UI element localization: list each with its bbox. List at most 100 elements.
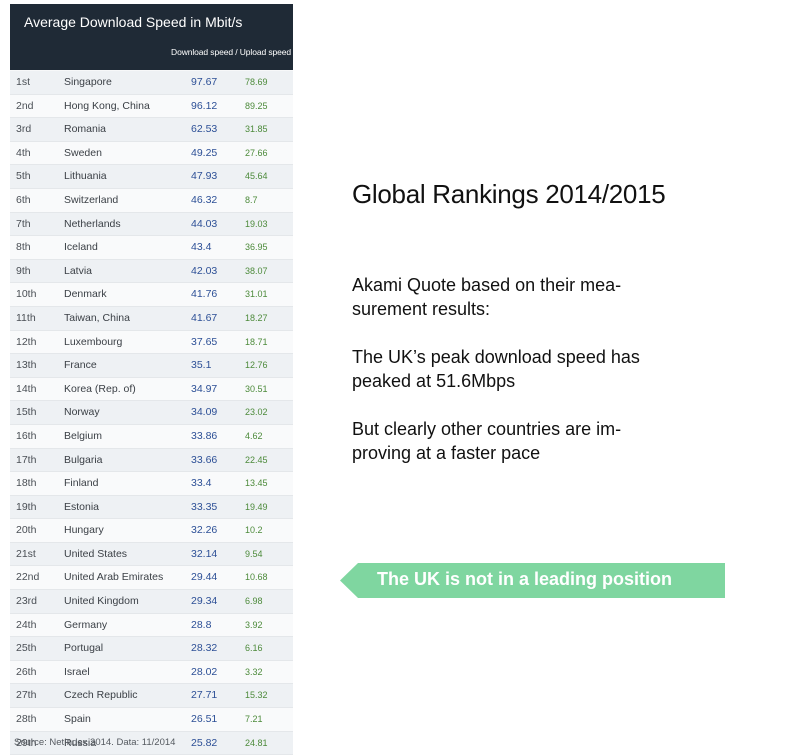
country-cell: Estonia xyxy=(64,500,100,513)
table-row: 12th Luxembourg 37.65 18.71 xyxy=(10,330,293,355)
table-row: 7th Netherlands 44.03 19.03 xyxy=(10,212,293,237)
table-row: 9th Latvia 42.03 38.07 xyxy=(10,259,293,284)
callout-banner: The UK is not in a leading position xyxy=(340,563,725,598)
rank-cell: 12th xyxy=(16,335,37,348)
rank-cell: 6th xyxy=(16,193,31,206)
rank-cell: 17th xyxy=(16,453,37,466)
country-cell: Denmark xyxy=(64,288,107,301)
table-header: Average Download Speed in Mbit/s Downloa… xyxy=(10,4,293,70)
upload-cell: 38.07 xyxy=(245,265,268,276)
rank-cell: 20th xyxy=(16,524,37,537)
upload-cell: 24.81 xyxy=(245,737,268,748)
rank-cell: 13th xyxy=(16,359,37,372)
country-cell: United States xyxy=(64,547,128,560)
table-row: 28th Spain 26.51 7.21 xyxy=(10,708,293,732)
country-cell: Sweden xyxy=(64,146,102,159)
table-row: 3rd Romania 62.53 31.85 xyxy=(10,118,293,142)
rank-cell: 5th xyxy=(16,170,31,183)
rank-cell: 19th xyxy=(16,500,37,513)
table-row: 20th Hungary 32.26 10.2 xyxy=(10,519,293,543)
upload-cell: 7.21 xyxy=(245,714,263,725)
rank-cell: 14th xyxy=(16,382,37,395)
table-row: 2nd Hong Kong, China 96.12 89.25 xyxy=(10,94,293,119)
country-cell: France xyxy=(64,359,97,372)
table-row: 8th Iceland 43.4 36.95 xyxy=(10,236,293,260)
table-row: 27th Czech Republic 27.71 15.32 xyxy=(10,684,293,709)
rank-cell: 7th xyxy=(16,217,31,230)
table-row: 24th Germany 28.8 3.92 xyxy=(10,613,293,638)
rank-cell: 18th xyxy=(16,477,37,490)
uk-peak-text: The UK’s peak download speed has peaked … xyxy=(352,347,640,391)
rank-cell: 15th xyxy=(16,406,37,419)
quote-text: Akami Quote based on their mea- surement… xyxy=(352,275,622,319)
table-row: 16th Belgium 33.86 4.62 xyxy=(10,424,293,449)
download-cell: 37.65 xyxy=(191,335,218,348)
download-cell: 28.32 xyxy=(191,642,218,655)
upload-cell: 19.49 xyxy=(245,501,268,512)
upload-cell: 9.54 xyxy=(245,548,263,559)
upload-cell: 78.69 xyxy=(245,77,268,87)
download-cell: 44.03 xyxy=(191,217,218,230)
upload-cell: 6.16 xyxy=(245,643,263,654)
upload-cell: 3.92 xyxy=(245,619,263,630)
rank-cell: 26th xyxy=(16,665,37,678)
country-cell: Luxembourg xyxy=(64,335,123,348)
download-cell: 96.12 xyxy=(191,99,218,112)
download-cell: 33.86 xyxy=(191,429,218,442)
country-cell: Germany xyxy=(64,618,108,631)
upload-cell: 30.51 xyxy=(245,383,268,394)
column-header: Download speed / Upload speed xyxy=(171,47,291,57)
rank-cell: 4th xyxy=(16,146,31,159)
rank-cell: 2nd xyxy=(16,99,34,112)
country-cell: Czech Republic xyxy=(64,689,138,702)
upload-cell: 23.02 xyxy=(245,407,268,418)
country-cell: Latvia xyxy=(64,264,93,277)
table-row: 21st United States 32.14 9.54 xyxy=(10,542,293,567)
table-row: 17th Bulgaria 33.66 22.45 xyxy=(10,448,293,473)
upload-cell: 31.85 xyxy=(245,124,268,135)
upload-cell: 18.71 xyxy=(245,336,268,347)
table-title: Average Download Speed in Mbit/s xyxy=(24,14,243,30)
rank-cell: 10th xyxy=(16,288,37,301)
upload-cell: 22.45 xyxy=(245,454,268,465)
source-note: Source: NetIndex 2014. Data: 11/2014 xyxy=(14,737,176,748)
country-cell: Hungary xyxy=(64,524,104,537)
country-cell: United Arab Emirates xyxy=(64,571,164,584)
download-cell: 29.44 xyxy=(191,571,218,584)
upload-cell: 13.45 xyxy=(245,478,268,489)
rank-cell: 3rd xyxy=(16,123,32,136)
upload-cell: 12.76 xyxy=(245,360,268,371)
country-cell: Hong Kong, China xyxy=(64,99,150,112)
table-row: 22nd United Arab Emirates 29.44 10.68 xyxy=(10,566,293,591)
download-cell: 33.35 xyxy=(191,500,218,513)
download-cell: 26.51 xyxy=(191,713,218,726)
download-cell: 41.76 xyxy=(191,288,218,301)
table-row: 26th Israel 28.02 3.32 xyxy=(10,660,293,685)
country-cell: Portugal xyxy=(64,642,104,655)
download-cell: 32.26 xyxy=(191,524,218,537)
rank-cell: 23rd xyxy=(16,595,38,608)
upload-cell: 31.01 xyxy=(245,289,268,300)
download-cell: 34.97 xyxy=(191,382,218,395)
country-cell: Finland xyxy=(64,477,99,490)
upload-cell: 89.25 xyxy=(245,100,268,111)
upload-cell: 3.32 xyxy=(245,666,263,677)
download-cell: 33.4 xyxy=(191,477,212,490)
download-cell: 32.14 xyxy=(191,547,218,560)
rankings-table: Average Download Speed in Mbit/s Downloa… xyxy=(10,4,293,755)
download-cell: 33.66 xyxy=(191,453,218,466)
download-cell: 28.8 xyxy=(191,618,212,631)
upload-cell: 36.95 xyxy=(245,242,268,253)
upload-cell: 45.64 xyxy=(245,171,268,182)
upload-cell: 4.62 xyxy=(245,430,263,441)
download-cell: 97.67 xyxy=(191,76,218,88)
download-cell: 28.02 xyxy=(191,665,218,678)
download-cell: 62.53 xyxy=(191,123,218,136)
table-row: 10th Denmark 41.76 31.01 xyxy=(10,283,293,307)
table-row: 11th Taiwan, China 41.67 18.27 xyxy=(10,306,293,331)
upload-cell: 27.66 xyxy=(245,147,268,158)
callout-text: The UK is not in a leading position xyxy=(377,569,673,589)
download-cell: 27.71 xyxy=(191,689,218,702)
country-cell: United Kingdom xyxy=(64,595,139,608)
upload-cell: 6.98 xyxy=(245,596,263,607)
